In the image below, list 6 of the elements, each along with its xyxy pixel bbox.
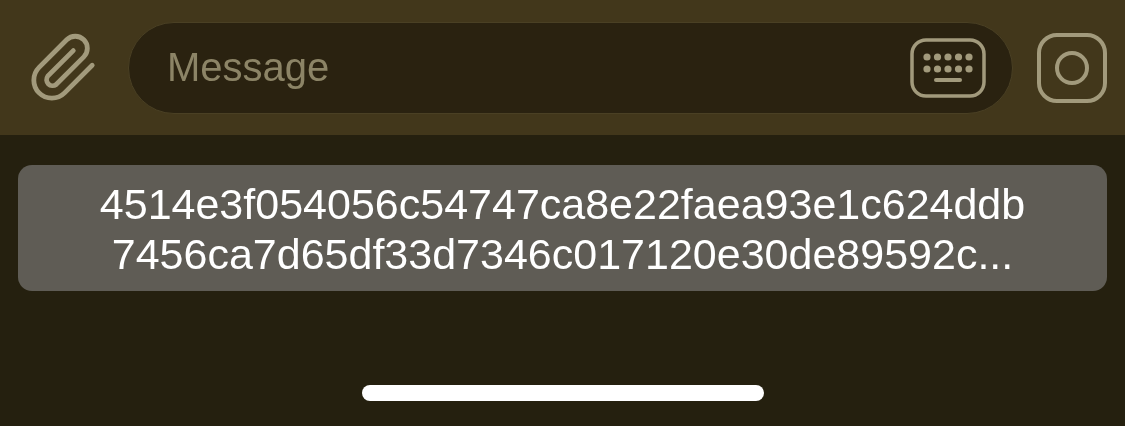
camera-button[interactable]: [1037, 32, 1107, 103]
message-bubble: 4514e3f054056c54747ca8e22faea93e1c624ddb 7456ca7d65df33d7346c017120e30de89592c...: [18, 165, 1107, 291]
keyboard-button[interactable]: [910, 37, 986, 98]
camera-icon: [1037, 32, 1107, 103]
composer-field[interactable]: Message: [128, 21, 1013, 114]
keyboard-icon: [910, 37, 986, 98]
